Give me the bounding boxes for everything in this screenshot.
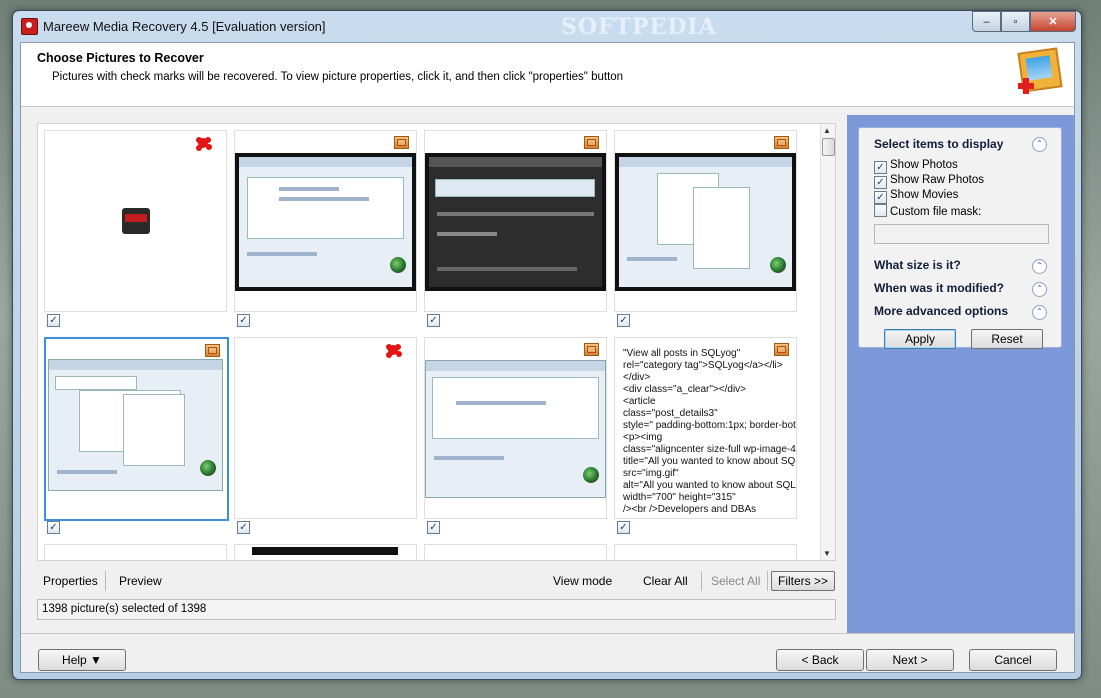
- scroll-up-icon[interactable]: ▲: [823, 126, 831, 135]
- thumbnail[interactable]: [424, 130, 607, 312]
- footer-divider: [21, 633, 1074, 634]
- image-type-icon: [205, 344, 220, 357]
- wizard-header: Choose Pictures to Recover Pictures with…: [21, 43, 1074, 107]
- back-button[interactable]: < Back: [776, 649, 864, 671]
- expand-icon[interactable]: ⌃: [1032, 282, 1047, 297]
- thumbnail-checkbox[interactable]: ✓: [427, 521, 440, 534]
- thumbnail[interactable]: [424, 337, 607, 519]
- thumbnail-checkbox[interactable]: ✓: [47, 314, 60, 327]
- image-type-icon: [774, 136, 789, 149]
- picture-gallery[interactable]: ✓ ✓ ✓ ✓ ✓ ✓ ✓ "View all posts in SQLyog"…: [37, 123, 836, 561]
- filter-panel: Select items to display ⌃ ✓ Show Photos ✓…: [858, 127, 1062, 349]
- maximize-button[interactable]: ▫: [1001, 11, 1030, 32]
- window-title: Mareew Media Recovery 4.5 [Evaluation ve…: [43, 19, 326, 34]
- thumbnail-checkbox[interactable]: ✓: [617, 314, 630, 327]
- thumbnail-selected[interactable]: [44, 337, 229, 521]
- cancel-button[interactable]: Cancel: [969, 649, 1057, 671]
- thumbnail-checkbox[interactable]: ✓: [617, 521, 630, 534]
- show-photos-checkbox[interactable]: ✓: [874, 161, 887, 174]
- toolbar-divider: [767, 571, 768, 591]
- show-movies-label: Show Movies: [890, 189, 959, 201]
- clear-all-button[interactable]: Clear All: [643, 574, 688, 588]
- preview-button[interactable]: Preview: [119, 574, 162, 588]
- page-title: Choose Pictures to Recover: [37, 51, 204, 65]
- show-movies-checkbox[interactable]: ✓: [874, 191, 887, 204]
- filter-sidebar: Select items to display ⌃ ✓ Show Photos ✓…: [847, 115, 1074, 633]
- window-controls: – ▫ ✕: [972, 11, 1076, 32]
- show-raw-photos-label: Show Raw Photos: [890, 174, 984, 186]
- custom-file-mask-input[interactable]: [874, 224, 1049, 244]
- thumbnail[interactable]: [234, 544, 417, 560]
- thumbnail[interactable]: [234, 337, 417, 519]
- thumbnail-checkbox[interactable]: ✓: [237, 314, 250, 327]
- expand-icon[interactable]: ⌃: [1032, 259, 1047, 274]
- view-mode-button[interactable]: View mode: [553, 574, 612, 588]
- apply-button[interactable]: Apply: [884, 329, 956, 349]
- image-type-icon: [584, 343, 599, 356]
- app-logo-icon: [1017, 47, 1063, 94]
- when-modified-heading[interactable]: When was it modified?: [874, 281, 1004, 295]
- thumbnail-checkbox[interactable]: ✓: [47, 521, 60, 534]
- screenshot-preview: [48, 359, 223, 491]
- screenshot-preview: [235, 153, 416, 291]
- what-size-heading[interactable]: What size is it?: [874, 258, 961, 272]
- page-subtitle: Pictures with check marks will be recove…: [52, 71, 624, 83]
- thumbnail[interactable]: [424, 544, 607, 560]
- toolbar-divider: [105, 571, 106, 591]
- screenshot-preview: [615, 153, 796, 291]
- title-bar: Mareew Media Recovery 4.5 [Evaluation ve…: [13, 11, 1081, 42]
- custom-file-mask-checkbox[interactable]: [874, 204, 887, 217]
- show-raw-photos-option[interactable]: ✓ Show Raw Photos: [874, 174, 984, 189]
- selection-status: 1398 picture(s) selected of 1398: [37, 599, 836, 620]
- dialog-client: Choose Pictures to Recover Pictures with…: [20, 42, 1075, 673]
- thumbnail[interactable]: [614, 130, 797, 312]
- thumbnail[interactable]: "View all posts in SQLyog" rel="category…: [614, 337, 797, 519]
- close-button[interactable]: ✕: [1030, 11, 1076, 32]
- reset-button[interactable]: Reset: [971, 329, 1043, 349]
- gallery-toolbar: Properties Preview View mode Clear All S…: [37, 571, 837, 593]
- thumbnail[interactable]: [44, 544, 227, 560]
- collapse-icon[interactable]: ⌃: [1032, 137, 1047, 152]
- app-window: Mareew Media Recovery 4.5 [Evaluation ve…: [12, 10, 1082, 680]
- thumbnail[interactable]: [614, 544, 797, 560]
- corrupt-icon: [194, 134, 212, 152]
- softpedia-watermark: SOFTPEDIA: [561, 14, 717, 40]
- toolbar-divider: [701, 571, 702, 591]
- thumbnail[interactable]: [44, 130, 227, 312]
- scrollbar-thumb[interactable]: [822, 138, 835, 156]
- thumbnail-checkbox[interactable]: ✓: [427, 314, 440, 327]
- properties-button[interactable]: Properties: [43, 574, 98, 588]
- show-movies-option[interactable]: ✓ Show Movies: [874, 189, 958, 204]
- html-code-preview: "View all posts in SQLyog" rel="category…: [623, 348, 796, 515]
- image-type-icon: [584, 136, 599, 149]
- select-all-button[interactable]: Select All: [711, 574, 760, 588]
- app-icon: [21, 18, 38, 35]
- more-advanced-heading[interactable]: More advanced options: [874, 304, 1008, 318]
- screenshot-preview: [425, 360, 606, 498]
- gallery-scrollbar[interactable]: ▲ ▼: [820, 124, 835, 560]
- custom-file-mask-label: Custom file mask:: [890, 206, 982, 218]
- expand-icon[interactable]: ⌃: [1032, 305, 1047, 320]
- thumbnail[interactable]: [234, 130, 417, 312]
- scroll-down-icon[interactable]: ▼: [823, 549, 831, 558]
- bluray-icon: [122, 208, 150, 234]
- custom-file-mask-option[interactable]: Custom file mask:: [874, 204, 981, 218]
- thumbnail-checkbox[interactable]: ✓: [237, 521, 250, 534]
- filters-button[interactable]: Filters >>: [771, 571, 835, 591]
- show-photos-option[interactable]: ✓ Show Photos: [874, 159, 958, 174]
- next-button[interactable]: Next >: [866, 649, 954, 671]
- corrupt-icon: [384, 341, 402, 359]
- screenshot-preview: [425, 153, 606, 291]
- show-photos-label: Show Photos: [890, 159, 958, 171]
- help-button[interactable]: Help ▼: [38, 649, 126, 671]
- image-type-icon: [394, 136, 409, 149]
- select-items-heading: Select items to display: [874, 137, 1004, 151]
- show-raw-photos-checkbox[interactable]: ✓: [874, 176, 887, 189]
- minimize-button[interactable]: –: [972, 11, 1001, 32]
